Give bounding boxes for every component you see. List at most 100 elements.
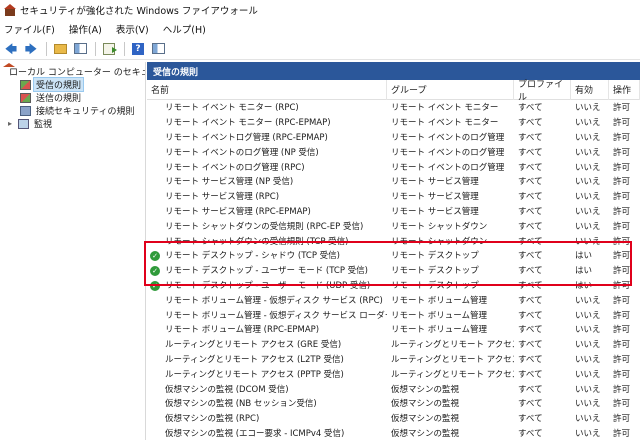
rule-action-cell-text: 許可 xyxy=(613,354,631,365)
table-row[interactable]: リモート シャットダウンの受信規則 (TCP 受信) リモート シャットダウン すべ… xyxy=(147,233,640,248)
rule-enabled-cell-text: いいえ xyxy=(575,162,601,173)
table-row[interactable]: リモート イベント モニター (RPC-EPMAP) リモート イベント モニター… xyxy=(147,115,640,130)
table-row[interactable]: 仮想マシンの監視 (DCOM 受信) 仮想マシンの監視 すべて いいえ 許可 xyxy=(147,381,640,396)
rule-group-cell-text: リモート デスクトップ xyxy=(391,266,479,277)
table-row[interactable]: ルーティングとリモート アクセス (GRE 受信) ルーティングとリモート アクセ… xyxy=(147,337,640,352)
rule-group-cell-text: リモート シャットダウン xyxy=(391,236,488,247)
rule-group-cell: リモート ボリューム管理 xyxy=(387,323,514,335)
rule-name-cell: リモート ボリューム管理 - 仮想ディスク サービス ローダー (RPC) xyxy=(147,309,387,321)
column-header-group[interactable]: グループ xyxy=(387,79,514,100)
rule-group-cell: 仮想マシンの監視 xyxy=(387,427,514,439)
toolbar-separator xyxy=(95,41,96,56)
table-row[interactable]: 仮想マシンの監視 (エコー要求 - ICMPv4 受信) 仮想マシンの監視 すべて い… xyxy=(147,426,640,440)
table-row[interactable]: ✓ リモート デスクトップ - ユーザー モード (TCP 受信) リモート デスク… xyxy=(147,263,640,278)
rule-name-cell: リモート イベント モニター (RPC) xyxy=(147,101,387,113)
table-row[interactable]: リモート ボリューム管理 - 仮想ディスク サービス ローダー (RPC) リモー… xyxy=(147,307,640,322)
rule-action-cell: 許可 xyxy=(609,190,640,202)
menu-action[interactable]: 操作(A) xyxy=(69,22,102,36)
rule-name-cell-text: 仮想マシンの監視 (DCOM 受信) xyxy=(165,384,289,395)
rule-action-cell: 許可 xyxy=(609,338,640,350)
table-row[interactable]: リモート サービス管理 (NP 受信) リモート サービス管理 すべて いいえ 許可 xyxy=(147,174,640,189)
table-row[interactable]: ✓ リモート デスクトップ - シャドウ (TCP 受信) リモート デスクトップ す… xyxy=(147,248,640,263)
rule-profile-cell-text: すべて xyxy=(518,295,543,306)
table-row[interactable]: ルーティングとリモート アクセス (PPTP 受信) ルーティングとリモート アク… xyxy=(147,366,640,381)
rule-name-cell-text: リモート イベント モニター (RPC) xyxy=(165,103,299,114)
rule-profile-cell: すべて xyxy=(514,383,571,395)
rule-name-cell-text: 仮想マシンの監視 (RPC) xyxy=(165,414,260,425)
tree-item-label: 送信の規則 xyxy=(36,94,82,104)
rule-enabled-cell: いいえ xyxy=(571,146,609,158)
rule-action-cell-text: 許可 xyxy=(613,192,631,203)
table-row[interactable]: リモート イベントのログ管理 (NP 受信) リモート イベントのログ管理 すべて い… xyxy=(147,144,640,159)
firewall-app-icon xyxy=(4,4,16,16)
rule-enabled-cell: いいえ xyxy=(571,205,609,217)
export-list-icon[interactable] xyxy=(100,40,118,58)
tree-item-inbound-rules[interactable]: 受信の規則 xyxy=(0,77,145,92)
table-row[interactable]: リモート イベントログ管理 (RPC-EPMAP) リモート イベントのログ管理 す… xyxy=(147,130,640,145)
expand-chevron-icon[interactable]: ▸ xyxy=(8,119,18,128)
rule-action-cell: 許可 xyxy=(609,264,640,276)
back-arrow-icon[interactable]: 🡄 xyxy=(2,40,20,58)
rule-enabled-cell-text: いいえ xyxy=(575,206,601,217)
table-row[interactable]: リモート サービス管理 (RPC-EPMAP) リモート サービス管理 すべて いいえ… xyxy=(147,204,640,219)
table-row[interactable]: ✓ リモート デスクトップ - ユーザー モード (UDP 受信) リモート デスク… xyxy=(147,278,640,293)
tree-root[interactable]: ローカル コンピューター のセキュリティ xyxy=(0,62,145,78)
table-row[interactable]: 仮想マシンの監視 (RPC) 仮想マシンの監視 すべて いいえ 許可 xyxy=(147,411,640,426)
rule-enabled-cell: いいえ xyxy=(571,383,609,395)
menu-help[interactable]: ヘルプ(H) xyxy=(163,22,206,36)
rule-profile-cell-text: すべて xyxy=(518,428,543,439)
rule-action-cell: 許可 xyxy=(609,397,640,409)
rule-profile-cell-text: すべて xyxy=(518,280,543,291)
rule-group-cell: リモート サービス管理 xyxy=(387,205,514,217)
rule-profile-cell: すべて xyxy=(514,235,571,247)
rule-profile-cell-text: すべて xyxy=(518,192,543,203)
rule-group-cell: リモート イベント モニター xyxy=(387,101,514,113)
rule-action-cell: 許可 xyxy=(609,205,640,217)
rule-name-cell-text: リモート デスクトップ - ユーザー モード (TCP 受信) xyxy=(165,266,368,277)
enabled-check-icon: ✓ xyxy=(150,280,160,291)
rule-group-cell-text: リモート デスクトップ xyxy=(391,251,479,262)
column-header-enabled[interactable]: 有効 xyxy=(571,79,609,100)
tree-item-connection-security-rules[interactable]: 接続セキュリティの規則 xyxy=(0,104,145,117)
rule-group-cell-text: 仮想マシンの監視 xyxy=(391,399,460,410)
rule-profile-cell: すべて xyxy=(514,116,571,128)
column-header-action[interactable]: 操作 xyxy=(609,79,640,100)
menu-bar: ファイル(F) 操作(A) 表示(V) ヘルプ(H) xyxy=(0,20,640,38)
rule-name-cell: リモート ボリューム管理 - 仮想ディスク サービス (RPC) xyxy=(147,294,387,306)
rule-enabled-cell-text: いいえ xyxy=(575,221,601,232)
table-row[interactable]: リモート イベントのログ管理 (RPC) リモート イベントのログ管理 すべて いいえ… xyxy=(147,159,640,174)
rule-group-cell-text: 仮想マシンの監視 xyxy=(391,428,460,439)
rule-name-cell: リモート イベント モニター (RPC-EPMAP) xyxy=(147,116,387,128)
table-row[interactable]: リモート ボリューム管理 - 仮想ディスク サービス (RPC) リモート ボリュ… xyxy=(147,292,640,307)
forward-arrow-icon[interactable]: 🡆 xyxy=(22,40,40,58)
up-folder-icon[interactable] xyxy=(51,40,69,58)
tree-item-monitoring[interactable]: ▸ 監視 xyxy=(0,117,145,130)
table-row[interactable]: リモート ボリューム管理 (RPC-EPMAP) リモート ボリューム管理 すべて い… xyxy=(147,322,640,337)
rule-group-cell-text: 仮想マシンの監視 xyxy=(391,414,460,425)
rule-profile-cell-text: すべて xyxy=(518,310,543,321)
properties-panel-icon[interactable] xyxy=(149,40,167,58)
rule-action-cell-text: 許可 xyxy=(613,266,631,277)
table-row[interactable]: ルーティングとリモート アクセス (L2TP 受信) ルーティングとリモート アク… xyxy=(147,352,640,367)
column-header-profile[interactable]: プロファイル xyxy=(514,79,571,103)
rule-group-cell-text: リモート シャットダウン xyxy=(391,221,488,232)
rule-profile-cell-text: すべて xyxy=(518,354,543,365)
menu-view[interactable]: 表示(V) xyxy=(116,22,149,36)
help-icon[interactable]: ? xyxy=(129,40,147,58)
rule-name-cell: ルーティングとリモート アクセス (L2TP 受信) xyxy=(147,353,387,365)
rule-enabled-cell: いいえ xyxy=(571,338,609,350)
rule-group-cell-text: ルーティングとリモート アクセス xyxy=(391,369,514,380)
rule-name-cell-text: リモート イベントのログ管理 (RPC) xyxy=(165,162,305,173)
rule-name-cell-text: ルーティングとリモート アクセス (PPTP 受信) xyxy=(165,369,344,380)
rule-name-cell: リモート イベントのログ管理 (RPC) xyxy=(147,161,387,173)
column-header-name[interactable]: 名前 xyxy=(147,79,387,100)
rule-profile-cell: すべて xyxy=(514,175,571,187)
table-row[interactable]: リモート シャットダウンの受信規則 (RPC-EP 受信) リモート シャットダウ… xyxy=(147,218,640,233)
show-hide-tree-icon[interactable] xyxy=(71,40,89,58)
rule-action-cell-text: 許可 xyxy=(613,251,631,262)
table-row[interactable]: リモート サービス管理 (RPC) リモート サービス管理 すべて いいえ 許可 xyxy=(147,189,640,204)
tree-item-outbound-rules[interactable]: 送信の規則 xyxy=(0,91,145,104)
table-row[interactable]: 仮想マシンの監視 (NB セッション受信) 仮想マシンの監視 すべて いいえ 許可 xyxy=(147,396,640,411)
menu-file[interactable]: ファイル(F) xyxy=(4,22,55,36)
rule-action-cell: 許可 xyxy=(609,235,640,247)
